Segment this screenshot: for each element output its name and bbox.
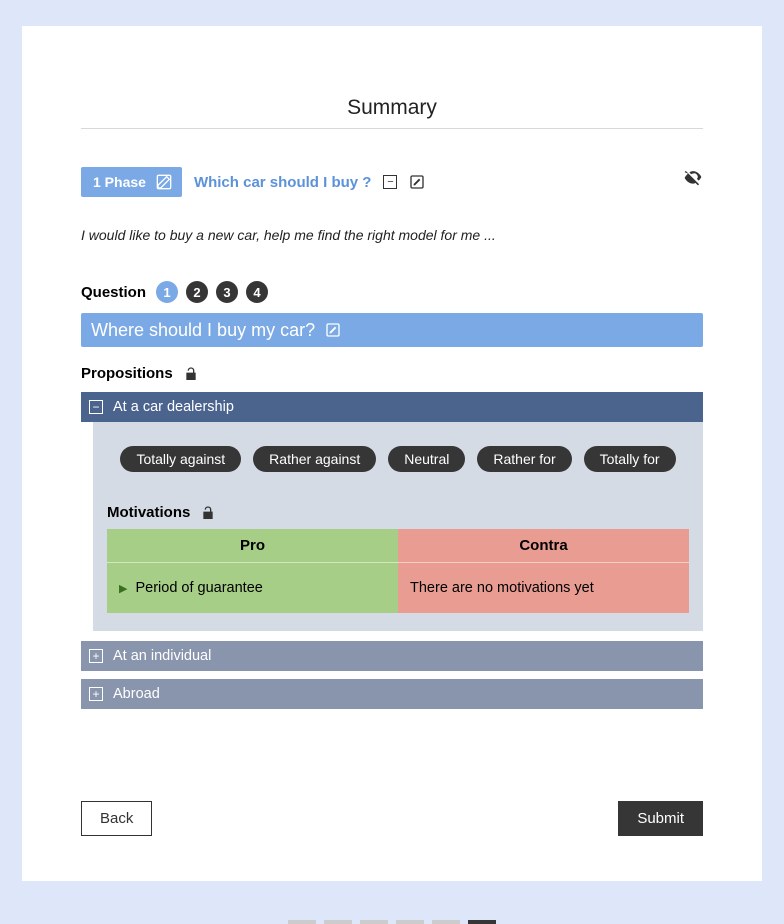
page-title: Summary <box>81 96 703 120</box>
question-number-2[interactable]: 2 <box>186 281 208 303</box>
pager-dot-5[interactable] <box>432 920 460 924</box>
expand-icon: + <box>89 649 103 663</box>
pro-column: Pro ▶ Period of guarantee <box>107 529 398 613</box>
question-banner: Where should I buy my car? <box>81 313 703 347</box>
proposition-title: At an individual <box>113 648 211 664</box>
contra-header: Contra <box>398 529 689 563</box>
phase-row: 1 Phase Which car should I buy ? − <box>81 167 703 197</box>
pager-dot-4[interactable] <box>396 920 424 924</box>
proposition-item: − At a car dealership Totally against Rat… <box>81 392 703 631</box>
stance-chip-row: Totally against Rather against Neutral Rath… <box>107 446 689 496</box>
submit-button[interactable]: Submit <box>618 801 703 836</box>
proposition-title: At a car dealership <box>113 399 234 415</box>
stance-chip[interactable]: Rather against <box>253 446 376 472</box>
contra-column: Contra There are no motivations yet <box>398 529 689 613</box>
motivations-grid: Pro ▶ Period of guarantee Contra There a… <box>107 529 689 613</box>
proposition-header-3[interactable]: + Abroad <box>81 679 703 709</box>
footer-buttons: Back Submit <box>81 801 703 836</box>
pager-dot-6[interactable] <box>468 920 496 924</box>
question-nav-row: Question 1234 <box>81 281 703 303</box>
pager-dot-1[interactable] <box>288 920 316 924</box>
proposition-item: + At an individual <box>81 641 703 671</box>
pager-dot-3[interactable] <box>360 920 388 924</box>
stance-chip[interactable]: Rather for <box>477 446 571 472</box>
pro-item[interactable]: ▶ Period of guarantee <box>107 563 398 613</box>
question-number-group: 1234 <box>156 281 268 303</box>
question-label: Question <box>81 284 146 301</box>
pro-item-text: Period of guarantee <box>135 580 262 596</box>
edit-phase-icon[interactable] <box>409 174 425 190</box>
description-text: I would like to buy a new car, help me f… <box>81 227 703 243</box>
expand-icon: + <box>89 687 103 701</box>
proposition-content: Totally against Rather against Neutral Rath… <box>93 422 703 631</box>
motivations-label: Motivations <box>107 504 190 521</box>
stance-chip[interactable]: Totally for <box>584 446 676 472</box>
proposition-header-2[interactable]: + At an individual <box>81 641 703 671</box>
visibility-off-icon[interactable] <box>683 167 703 187</box>
pager-dot-2[interactable] <box>324 920 352 924</box>
back-button[interactable]: Back <box>81 801 152 836</box>
question-text: Where should I buy my car? <box>91 320 315 341</box>
propositions-label: Propositions <box>81 365 173 382</box>
divider-top <box>81 128 703 129</box>
edit-question-icon[interactable] <box>325 322 341 338</box>
edit-icon <box>156 174 172 190</box>
stance-chip[interactable]: Neutral <box>388 446 465 472</box>
main-card: Summary 1 Phase Which car should I buy ?… <box>22 26 762 881</box>
propositions-header: Propositions <box>81 365 703 382</box>
phase-badge-label: 1 Phase <box>93 174 146 190</box>
proposition-header-1[interactable]: − At a car dealership <box>81 392 703 422</box>
proposition-item: + Abroad <box>81 679 703 709</box>
pro-header: Pro <box>107 529 398 563</box>
motivations-header: Motivations <box>107 504 689 521</box>
content-wrapper: Summary 1 Phase Which car should I buy ?… <box>81 96 703 924</box>
question-number-3[interactable]: 3 <box>216 281 238 303</box>
proposition-title: Abroad <box>113 686 160 702</box>
caret-right-icon: ▶ <box>119 582 127 595</box>
question-number-4[interactable]: 4 <box>246 281 268 303</box>
collapse-icon: − <box>89 400 103 414</box>
contra-empty-text: There are no motivations yet <box>410 580 594 596</box>
unlock-icon[interactable] <box>200 505 216 521</box>
collapse-phase-icon[interactable]: − <box>383 175 397 189</box>
phase-badge[interactable]: 1 Phase <box>81 167 182 197</box>
phase-question-title: Which car should I buy ? <box>194 174 372 191</box>
stance-chip[interactable]: Totally against <box>120 446 241 472</box>
unlock-icon[interactable] <box>183 366 199 382</box>
question-number-1[interactable]: 1 <box>156 281 178 303</box>
pager <box>81 920 703 924</box>
contra-empty: There are no motivations yet <box>398 563 689 613</box>
